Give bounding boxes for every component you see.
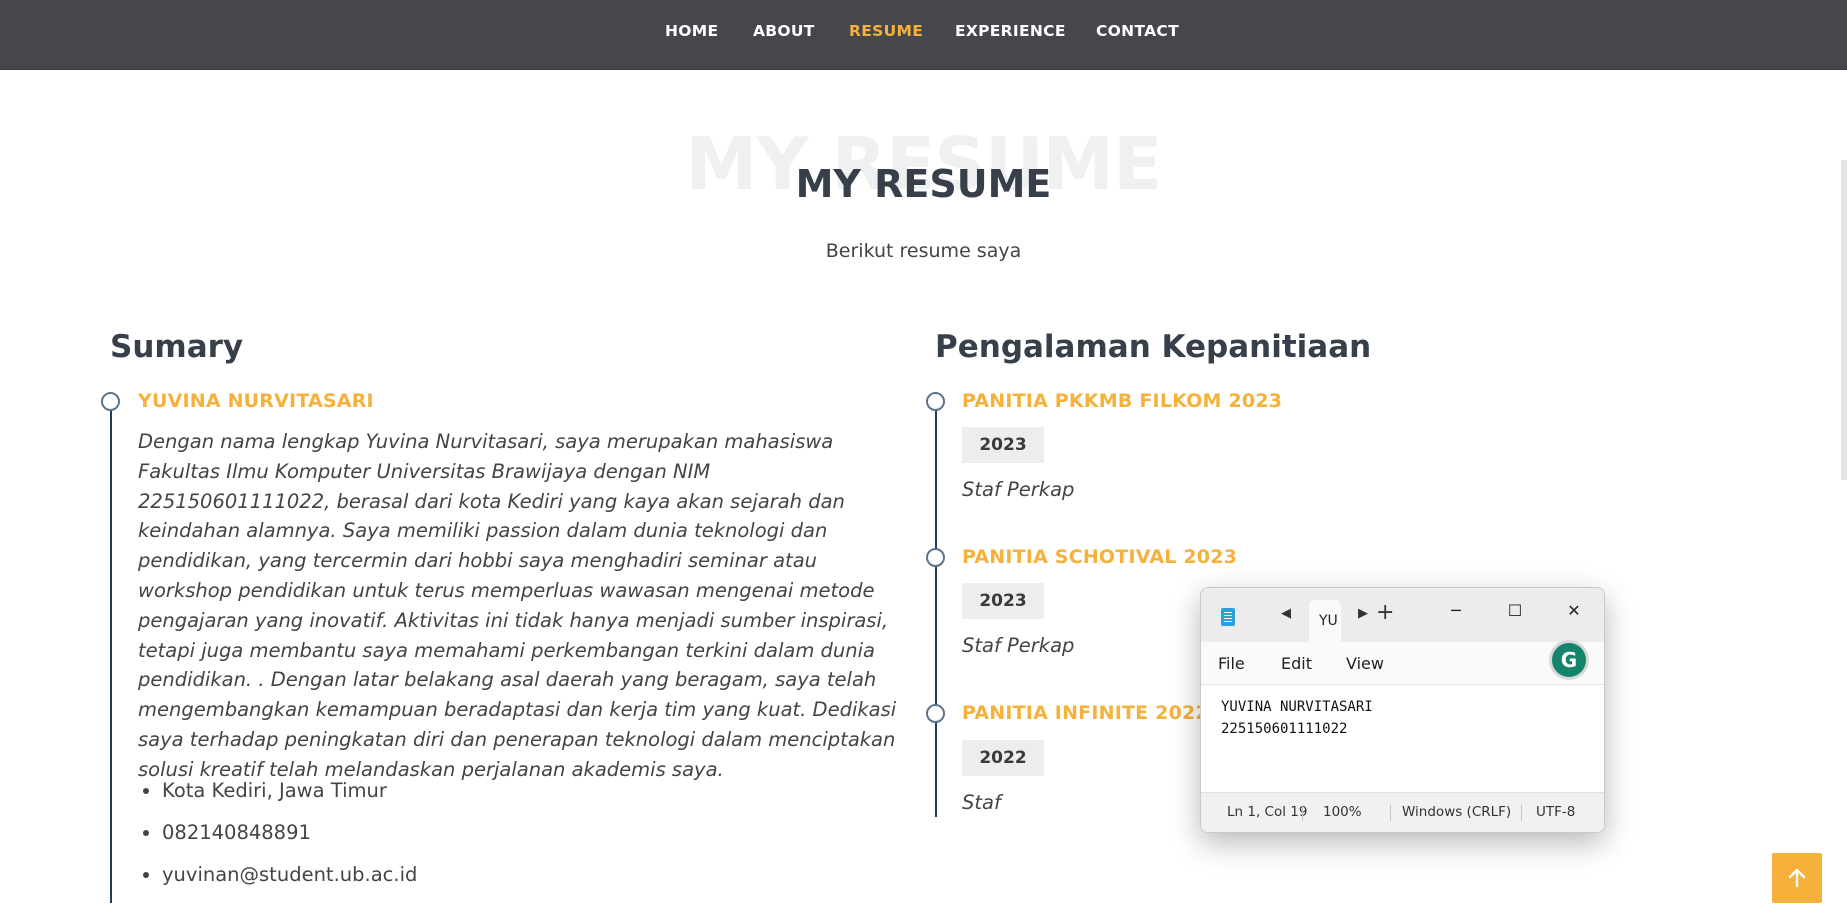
forward-arrow-icon[interactable]: ▶ <box>1358 606 1368 621</box>
notepad-window: ◀ YU ▶ + ─ ☐ ✕ File Edit View G YUVINA N… <box>1200 587 1605 833</box>
summary-name: YUVINA NURVITASARI <box>138 390 374 412</box>
minimize-icon[interactable]: ─ <box>1441 596 1471 626</box>
contact-location: Kota Kediri, Jawa Timur <box>162 776 417 818</box>
status-separator <box>1302 805 1303 821</box>
experience-timeline-line <box>935 409 937 817</box>
summary-timeline-dot <box>101 392 120 411</box>
contact-phone: 082140848891 <box>162 818 417 860</box>
grammarly-icon[interactable]: G <box>1549 640 1589 680</box>
experience-title: PANITIA PKKMB FILKOM 2023 <box>962 390 1283 412</box>
menu-file[interactable]: File <box>1218 654 1245 673</box>
experience-timeline-dot <box>926 548 945 567</box>
nav-item-experience[interactable]: EXPERIENCE <box>936 0 1085 62</box>
notepad-menubar: File Edit View <box>1201 642 1604 685</box>
experience-heading: Pengalaman Kepanitiaan <box>935 329 1372 365</box>
experience-year: 2023 <box>962 583 1044 619</box>
status-cursor-position: Ln 1, Col 19 <box>1227 804 1308 820</box>
experience-timeline-dot <box>926 704 945 723</box>
experience-role: Staf Perkap <box>962 634 1075 657</box>
menu-view[interactable]: View <box>1346 654 1384 673</box>
status-line-ending: Windows (CRLF) <box>1402 804 1512 820</box>
nav-item-home[interactable]: HOME <box>646 0 737 62</box>
experience-role: Staf Perkap <box>962 478 1075 501</box>
notepad-statusbar: Ln 1, Col 19 100% Windows (CRLF) UTF-8 <box>1201 792 1604 832</box>
experience-title: PANITIA INFINITE 2022 <box>962 702 1209 724</box>
summary-paragraph: Dengan nama lengkap Yuvina Nurvitasari, … <box>138 430 897 781</box>
top-navbar: HOME ABOUT RESUME EXPERIENCE CONTACT <box>0 0 1847 70</box>
experience-year: 2022 <box>962 740 1044 776</box>
notepad-app-icon <box>1221 608 1235 626</box>
contact-email: yuvinan@student.ub.ac.id <box>162 860 417 902</box>
back-arrow-icon[interactable]: ◀ <box>1281 606 1291 621</box>
experience-role: Staf <box>962 791 1001 814</box>
arrow-up-icon <box>1788 868 1806 888</box>
editor-line: YUVINA NURVITASARI <box>1221 699 1373 715</box>
experience-year: 2023 <box>962 427 1044 463</box>
close-icon[interactable]: ✕ <box>1559 596 1589 626</box>
nav-item-contact[interactable]: CONTACT <box>1077 0 1198 62</box>
back-to-top-button[interactable] <box>1772 853 1822 903</box>
editor-line: 225150601111022 <box>1221 721 1348 737</box>
page-scrollbar[interactable] <box>1841 160 1847 480</box>
menu-edit[interactable]: Edit <box>1281 654 1312 673</box>
new-tab-plus-icon[interactable]: + <box>1376 600 1394 625</box>
nav-item-about[interactable]: ABOUT <box>734 0 834 62</box>
experience-timeline-dot <box>926 392 945 411</box>
nav-item-resume[interactable]: RESUME <box>830 0 942 62</box>
experience-title: PANITIA SCHOTIVAL 2023 <box>962 546 1238 568</box>
status-encoding: UTF-8 <box>1536 804 1576 820</box>
status-zoom: 100% <box>1323 804 1362 820</box>
status-separator <box>1390 805 1391 821</box>
contact-list: Kota Kediri, Jawa Timur 082140848891 yuv… <box>138 776 417 902</box>
maximize-icon[interactable]: ☐ <box>1500 596 1530 626</box>
section-title: MY RESUME <box>795 162 1052 206</box>
status-separator <box>1521 805 1522 821</box>
summary-timeline-line <box>110 409 112 903</box>
notepad-tab[interactable]: YU <box>1309 600 1341 642</box>
notepad-editor[interactable]: YUVINA NURVITASARI 225150601111022 <box>1201 685 1604 791</box>
notepad-titlebar: ◀ YU ▶ + ─ ☐ ✕ <box>1201 588 1604 642</box>
summary-heading: Sumary <box>110 329 244 365</box>
section-subtitle: Berikut resume saya <box>825 240 1022 262</box>
